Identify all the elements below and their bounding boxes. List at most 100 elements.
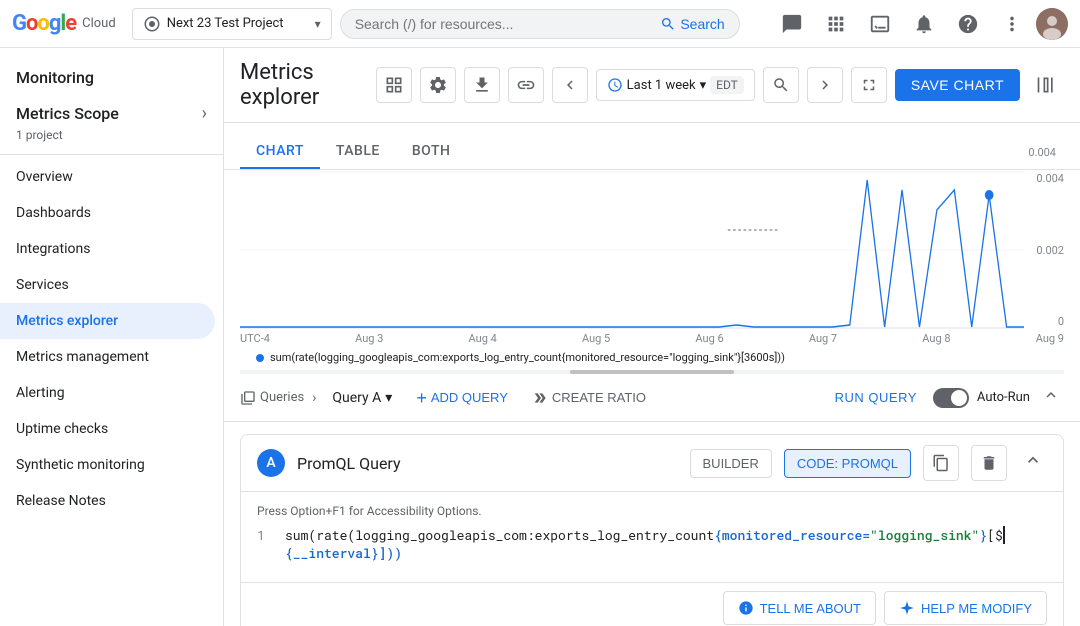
app-title: Monitoring [0, 56, 223, 91]
line-number: 1 [257, 526, 273, 544]
clock-icon [607, 77, 623, 93]
code-promql-button[interactable]: CODE: PROMQL [784, 449, 911, 478]
chevron-right-icon [816, 76, 834, 94]
chat-icon-button[interactable] [772, 4, 812, 44]
queries-text: Queries [260, 390, 304, 405]
expand-icon: › [202, 103, 207, 124]
sparkle-icon [899, 600, 915, 616]
project-selector[interactable]: Next 23 Test Project ▾ [132, 8, 332, 40]
chart-area: 0.004 0.002 0 [224, 170, 1080, 370]
scrollbar-thumb[interactable] [570, 370, 735, 374]
copy-query-button[interactable] [923, 445, 959, 481]
expand-queries-button[interactable] [1038, 382, 1064, 413]
run-query-button[interactable]: RUN QUERY [827, 386, 925, 409]
help-me-modify-button[interactable]: HELP ME MODIFY [884, 591, 1047, 625]
code-line-1: 1 sum(rate(logging_googleapis_com:export… [257, 526, 1047, 544]
grid-icon [825, 13, 847, 35]
code-content: sum(rate(logging_googleapis_com:exports_… [285, 526, 1047, 544]
search-time-icon-button[interactable] [763, 67, 799, 103]
fullscreen-icon [860, 76, 878, 94]
sidebar-item-alerting[interactable]: Alerting [0, 375, 215, 411]
help-icon [957, 13, 979, 35]
apps-icon-button[interactable] [816, 4, 856, 44]
sidebar-item-overview[interactable]: Overview [0, 159, 215, 195]
legend-color-dot [256, 354, 264, 362]
search-button[interactable]: Search [660, 16, 724, 32]
tab-chart[interactable]: CHART [240, 135, 320, 169]
top-navigation: Google Cloud Next 23 Test Project ▾ Sear… [0, 0, 1080, 48]
search-time-icon [772, 76, 790, 94]
time-range-label: Last 1 week [627, 78, 696, 93]
tab-table[interactable]: TABLE [320, 135, 396, 169]
builder-button[interactable]: BUILDER [690, 449, 772, 478]
more-icon-button[interactable] [992, 4, 1032, 44]
nav-icons [772, 4, 1068, 44]
chart-legend: sum(rate(logging_googleapis_com:exports_… [240, 345, 1064, 370]
bell-icon [913, 13, 935, 35]
sidebar-item-synthetic-monitoring[interactable]: Synthetic monitoring [0, 447, 215, 483]
help-icon-button[interactable] [948, 4, 988, 44]
sidebar-item-services[interactable]: Services [0, 267, 215, 303]
chart-svg [240, 170, 1024, 330]
delete-query-button[interactable] [971, 445, 1007, 481]
save-to-dashboard-icon-button[interactable] [376, 67, 412, 103]
fullscreen-icon-button[interactable] [851, 67, 887, 103]
download-icon-button[interactable] [464, 67, 500, 103]
save-chart-button[interactable]: SAVE CHART [895, 69, 1020, 101]
collapse-query-button[interactable] [1019, 446, 1047, 480]
sidebar-item-uptime-checks[interactable]: Uptime checks [0, 411, 215, 447]
search-input[interactable] [355, 16, 653, 32]
chart-canvas: 0.004 0.002 0 [240, 170, 1064, 330]
create-ratio-label: CREATE RATIO [552, 390, 646, 405]
list-icon [240, 390, 256, 406]
chart-max-label: 0.004 [1028, 146, 1056, 159]
metrics-scope-header[interactable]: Metrics Scope › [0, 91, 223, 128]
copy-icon [932, 454, 950, 472]
scope-subtitle: 1 project [0, 128, 223, 150]
sidebar-item-integrations[interactable]: Integrations [0, 231, 215, 267]
tab-both[interactable]: BOTH [396, 135, 467, 169]
create-ratio-button[interactable]: CREATE RATIO [524, 386, 654, 410]
code-line-2: {__interval}])) [257, 544, 1047, 562]
query-selector[interactable]: Query A ▾ [324, 386, 400, 410]
explorer-header: Metrics explorer [224, 48, 1080, 123]
main-content: Metrics explorer [224, 48, 1080, 626]
link-icon-button[interactable] [508, 67, 544, 103]
query-editor[interactable]: Press Option+F1 for Accessibility Option… [241, 492, 1063, 574]
bell-icon-button[interactable] [904, 4, 944, 44]
help-modify-label: HELP ME MODIFY [921, 601, 1032, 616]
auto-run-label: Auto-Run [977, 390, 1030, 405]
sidebar-item-metrics-management[interactable]: Metrics management [0, 339, 215, 375]
promql-query-card: A PromQL Query BUILDER CODE: PROMQL [240, 434, 1064, 626]
project-name: Next 23 Test Project [167, 16, 309, 31]
prev-icon-button[interactable] [552, 67, 588, 103]
chat-icon [781, 13, 803, 35]
search-bar[interactable]: Search [340, 9, 740, 39]
query-actions-bottom: TELL ME ABOUT HELP ME MODIFY [241, 582, 1063, 626]
avatar[interactable] [1036, 8, 1068, 40]
panel-collapse-icon [1036, 75, 1056, 95]
terminal-icon-button[interactable] [860, 4, 900, 44]
next-icon-button[interactable] [807, 67, 843, 103]
scope-title: Metrics Scope [16, 104, 119, 123]
sidebar-item-release-notes[interactable]: Release Notes [0, 483, 215, 519]
auto-run-switch[interactable] [933, 388, 969, 408]
link-icon [516, 75, 536, 95]
cloud-label: Cloud [82, 16, 116, 31]
user-avatar [1036, 8, 1068, 40]
sidebar-item-metrics-explorer[interactable]: Metrics explorer [0, 303, 215, 339]
add-query-button[interactable]: + ADD QUERY [408, 385, 516, 411]
timezone-badge: EDT [710, 76, 744, 94]
tell-me-label: TELL ME ABOUT [760, 601, 861, 616]
settings-icon-button[interactable] [420, 67, 456, 103]
expand-icon [1042, 386, 1060, 404]
more-vert-icon [1001, 13, 1023, 35]
chart-scrollbar[interactable] [240, 370, 1064, 374]
collapse-panel-button[interactable] [1028, 67, 1064, 103]
x-axis: UTC-4 Aug 3 Aug 4 Aug 5 Aug 6 Aug 7 Aug … [240, 330, 1064, 345]
sidebar-item-dashboards[interactable]: Dashboards [0, 195, 215, 231]
time-range-dropdown-icon: ▾ [700, 78, 707, 93]
settings-icon [428, 75, 448, 95]
tell-me-about-button[interactable]: TELL ME ABOUT [723, 591, 876, 625]
time-range-selector[interactable]: Last 1 week ▾ EDT [596, 69, 755, 101]
